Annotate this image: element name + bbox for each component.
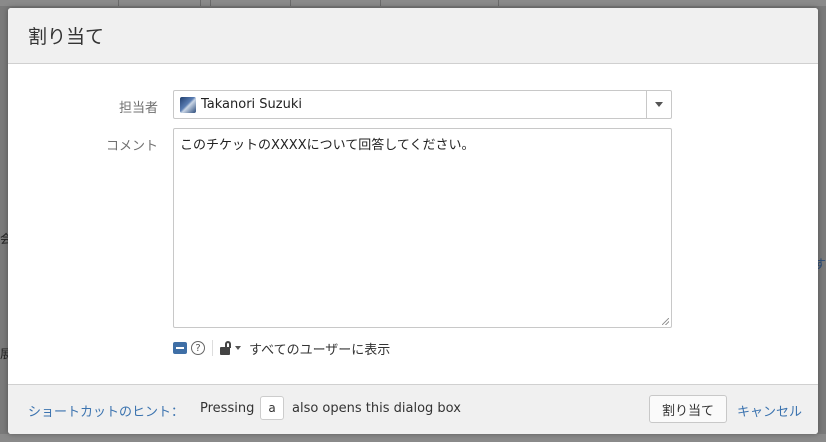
assignee-label: 担当者	[118, 101, 158, 116]
shortcut-hint-text: Pressing	[200, 401, 255, 416]
resize-handle[interactable]	[662, 318, 669, 325]
comment-label: コメント	[105, 139, 158, 154]
background-toolbar	[0, 0, 826, 6]
help-icon[interactable]: ?	[191, 341, 205, 355]
toolbar-divider	[212, 340, 213, 356]
shortcut-hint-text: also opens this dialog box	[292, 401, 461, 416]
assignee-select[interactable]: Takanori Suzuki	[173, 90, 672, 119]
chevron-down-icon[interactable]	[235, 346, 241, 350]
shortcut-key: a	[260, 396, 284, 420]
assign-button[interactable]: 割り当て	[649, 395, 727, 423]
background-tabs	[0, 434, 826, 442]
chevron-down-icon	[655, 102, 663, 107]
dialog-header: 割り当て	[8, 8, 818, 64]
dialog-footer: ショートカットのヒント： Pressing a also opens this …	[8, 384, 818, 434]
shortcut-hint-label[interactable]: ショートカットのヒント：	[28, 401, 184, 420]
comment-textarea[interactable]: このチケットのXXXXについて回答してください。	[173, 128, 672, 328]
text-mode-icon[interactable]	[173, 342, 187, 354]
comment-text: このチケットのXXXXについて回答してください。	[180, 138, 475, 153]
assignee-dropdown-button[interactable]	[646, 91, 671, 118]
visibility-label: すべてのユーザーに表示	[249, 342, 391, 358]
dialog-title: 割り当て	[28, 26, 105, 48]
cancel-link[interactable]: キャンセル	[737, 401, 802, 420]
assignee-value: Takanori Suzuki	[201, 97, 302, 112]
unlock-icon[interactable]	[220, 341, 232, 355]
avatar	[180, 96, 196, 113]
assign-dialog: 割り当て 担当者 Takanori Suzuki コメント このチケットのXXX…	[8, 8, 818, 434]
comment-toolbar: ? すべてのユーザーに表示	[173, 339, 391, 358]
